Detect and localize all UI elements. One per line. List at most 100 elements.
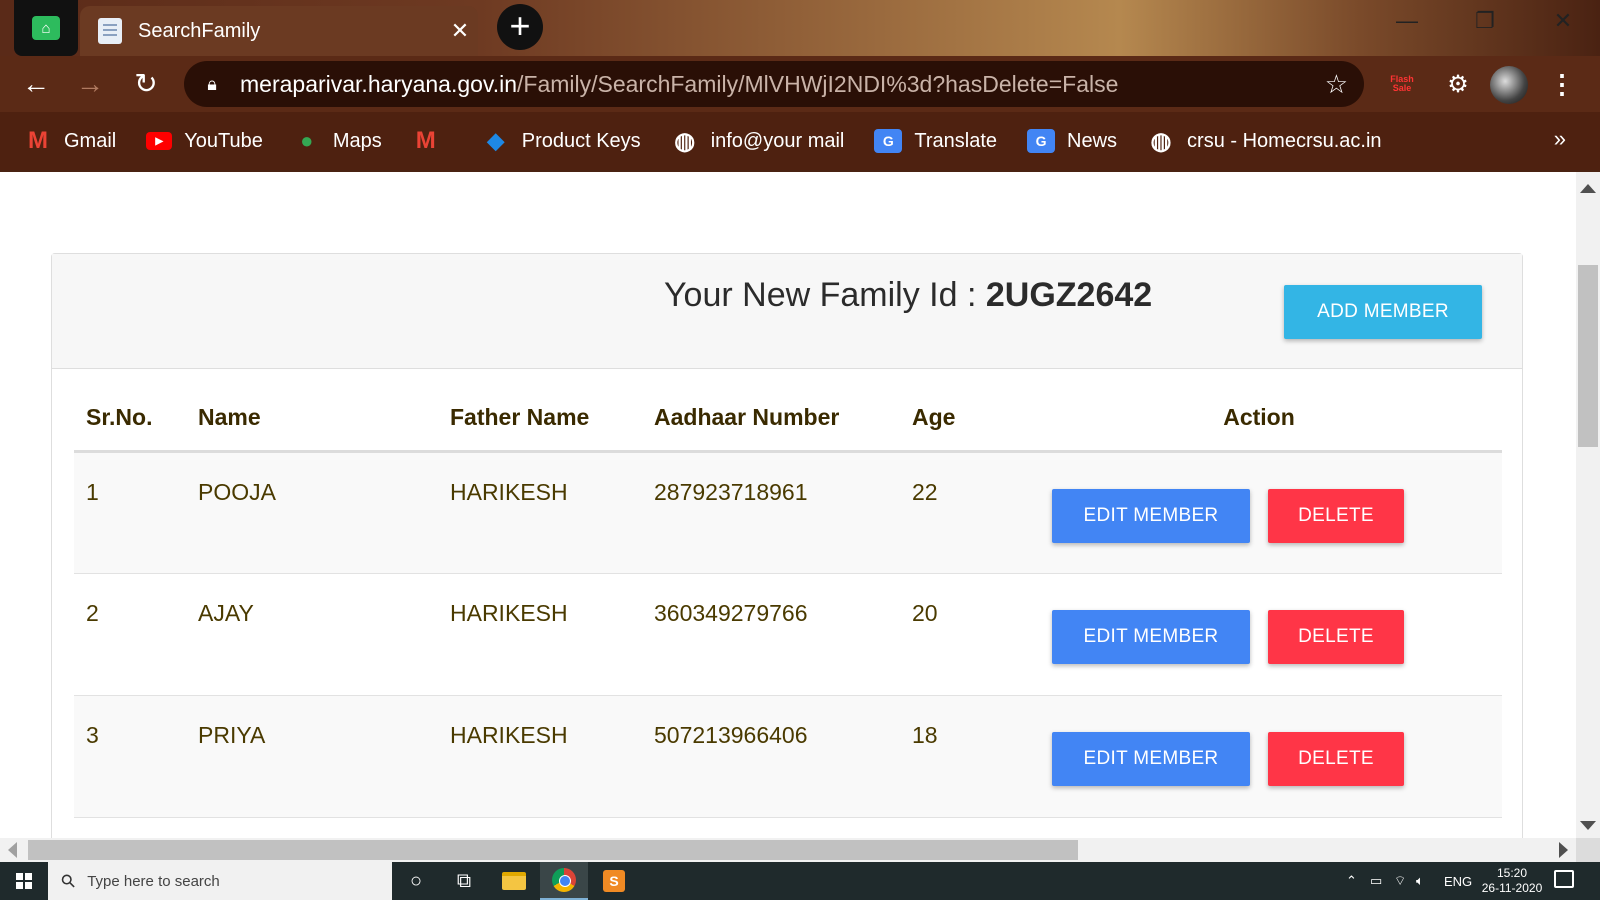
forward-icon[interactable]: → <box>70 64 110 104</box>
vertical-scroll-thumb[interactable] <box>1578 265 1598 447</box>
cell-father-name: HARIKESH <box>444 451 648 574</box>
back-icon[interactable]: ← <box>16 64 56 104</box>
cell-aadhaar: 287923718961 <box>648 451 906 574</box>
horizontal-scrollbar[interactable] <box>0 838 1576 862</box>
cell-father-name: HARIKESH <box>444 573 648 696</box>
gmail-icon: M <box>415 127 436 154</box>
scroll-left-icon[interactable] <box>8 842 17 858</box>
profile-avatar[interactable] <box>1490 66 1528 104</box>
bookmark-product-keys[interactable]: ◆ Product Keys <box>482 128 640 153</box>
translate-icon: G <box>874 129 903 153</box>
wifi-icon[interactable]: ⌔ <box>1394 862 1406 900</box>
bookmark-label: Translate <box>914 129 998 152</box>
bookmark-label: crsu - Homecrsu.ac.in <box>1187 129 1382 152</box>
youtube-icon: ▶ <box>146 132 173 150</box>
column-header-aadhaar: Aadhaar Number <box>648 371 906 453</box>
column-header-father-name: Father Name <box>444 371 648 453</box>
notifications-icon[interactable] <box>1554 870 1574 888</box>
bookmark-label: Maps <box>332 129 382 152</box>
clock-date: 26-11-2020 <box>1481 881 1543 895</box>
edit-member-button[interactable]: EDIT MEMBER <box>1052 609 1250 664</box>
sublime-icon: S <box>603 870 625 892</box>
address-bar[interactable]: 🔒︎ meraparivar.haryana.gov.in /Family/Se… <box>184 61 1364 107</box>
add-member-button[interactable]: ADD MEMBER <box>1284 285 1482 339</box>
page-viewport: Your New Family Id : 2UGZ2642 ADD MEMBER… <box>0 172 1576 838</box>
scroll-down-icon[interactable] <box>1580 821 1596 830</box>
family-id-value: 2UGZ2642 <box>985 276 1153 314</box>
app-icon: ⌂ <box>32 16 60 40</box>
bookmark-info-mail[interactable]: ◍ info@your mail <box>671 128 844 155</box>
flash-sale-extension-icon[interactable]: Flash Sale <box>1380 66 1424 102</box>
browser-tab[interactable]: SearchFamily ✕ <box>80 6 478 56</box>
bookmark-translate[interactable]: G Translate <box>874 129 997 153</box>
task-view-icon[interactable]: ⧉ <box>440 862 488 900</box>
family-id-heading: Your New Family Id : 2UGZ2642 <box>664 276 1152 315</box>
cell-father-name: HARIKESH <box>444 695 648 818</box>
clock-time: 15:20 <box>1496 866 1528 880</box>
volume-icon[interactable]: 🔈︎ <box>1416 862 1424 900</box>
battery-icon[interactable]: ▭ <box>1370 862 1382 900</box>
windows-logo-icon <box>16 873 32 889</box>
close-window-icon[interactable]: ✕ <box>1540 8 1586 34</box>
new-tab-button[interactable]: + <box>497 4 543 50</box>
cell-actions: EDIT MEMBER DELETE <box>1016 451 1502 574</box>
app-launcher-button[interactable]: ⌂ <box>14 0 78 56</box>
reload-icon[interactable]: ↻ <box>126 64 166 104</box>
chrome-taskbar-icon[interactable] <box>540 862 588 900</box>
language-indicator[interactable]: ENG <box>1444 862 1472 900</box>
lock-icon[interactable]: 🔒︎ <box>184 74 240 95</box>
close-tab-icon[interactable]: ✕ <box>442 18 478 44</box>
start-button[interactable] <box>0 862 48 900</box>
column-header-age: Age <box>906 371 1016 453</box>
minimize-icon[interactable]: — <box>1384 8 1430 34</box>
browser-chrome: ⌂ SearchFamily ✕ + — ❐ ✕ ← → ↻ 🔒︎ merapa… <box>0 0 1600 172</box>
cell-srno: 1 <box>74 451 186 574</box>
taskbar-search-box[interactable]: ⚲ Type here to search <box>48 862 392 900</box>
sublime-text-icon[interactable]: S <box>590 862 638 900</box>
bookmark-news[interactable]: G News <box>1027 129 1117 153</box>
bookmark-youtube[interactable]: ▶ YouTube <box>146 130 263 153</box>
horizontal-scroll-thumb[interactable] <box>28 840 1078 860</box>
globe-icon: ◍ <box>1150 127 1172 155</box>
show-hidden-icons-icon[interactable]: ⌃ <box>1346 862 1357 900</box>
family-card: Your New Family Id : 2UGZ2642 ADD MEMBER… <box>51 253 1523 838</box>
table-row: 2 AJAY HARIKESH 360349279766 20 EDIT MEM… <box>74 573 1502 696</box>
cell-age: 18 <box>906 695 1016 818</box>
bookmark-crsu[interactable]: ◍ crsu - Homecrsu.ac.in <box>1147 127 1382 155</box>
column-header-name: Name <box>186 371 444 453</box>
flash-sale-text: Flash Sale <box>1390 74 1414 93</box>
bookmark-gmail-2[interactable]: M <box>412 127 452 154</box>
scroll-up-icon[interactable] <box>1580 184 1596 193</box>
delete-button[interactable]: DELETE <box>1268 731 1404 786</box>
page-favicon-icon <box>98 18 122 44</box>
browser-toolbar: ← → ↻ 🔒︎ meraparivar.haryana.gov.in /Fam… <box>0 56 1600 112</box>
scrollbar-corner <box>1576 838 1600 862</box>
search-icon: ⚲ <box>56 868 80 893</box>
edit-member-button[interactable]: EDIT MEMBER <box>1052 731 1250 786</box>
windows-taskbar: ⚲ Type here to search ○ ⧉ S ⌃ ▭ ⌔ 🔈︎ ENG… <box>0 862 1600 900</box>
menu-kebab-icon[interactable]: ⋮ <box>1549 66 1575 102</box>
file-explorer-icon[interactable] <box>490 862 538 900</box>
search-placeholder: Type here to search <box>87 872 220 890</box>
table-row: 1 POOJA HARIKESH 287923718961 22 EDIT ME… <box>74 451 1502 574</box>
cell-name: AJAY <box>186 573 444 696</box>
extensions-icon[interactable]: ⚙ <box>1440 66 1476 102</box>
cortana-icon[interactable]: ○ <box>392 862 440 900</box>
more-bookmarks-icon[interactable]: » <box>1554 126 1566 152</box>
vertical-scrollbar[interactable] <box>1576 172 1600 838</box>
cell-srno: 3 <box>74 695 186 818</box>
taskbar-clock[interactable]: 15:20 26-11-2020 <box>1478 866 1546 896</box>
bookmark-gmail[interactable]: M Gmail <box>24 127 116 154</box>
delete-button[interactable]: DELETE <box>1268 488 1404 543</box>
scroll-right-icon[interactable] <box>1559 842 1568 858</box>
card-header: Your New Family Id : 2UGZ2642 ADD MEMBER <box>52 254 1522 369</box>
family-id-label: Your New Family Id : <box>664 276 986 314</box>
product-keys-icon: ◆ <box>487 128 505 153</box>
delete-button[interactable]: DELETE <box>1268 609 1404 664</box>
bookmark-star-icon[interactable]: ☆ <box>1325 69 1348 100</box>
bookmark-maps[interactable]: ● Maps <box>293 128 382 153</box>
bookmark-label: YouTube <box>184 129 263 152</box>
edit-member-button[interactable]: EDIT MEMBER <box>1052 488 1250 543</box>
restore-icon[interactable]: ❐ <box>1462 8 1508 34</box>
cell-aadhaar: 507213966406 <box>648 695 906 818</box>
